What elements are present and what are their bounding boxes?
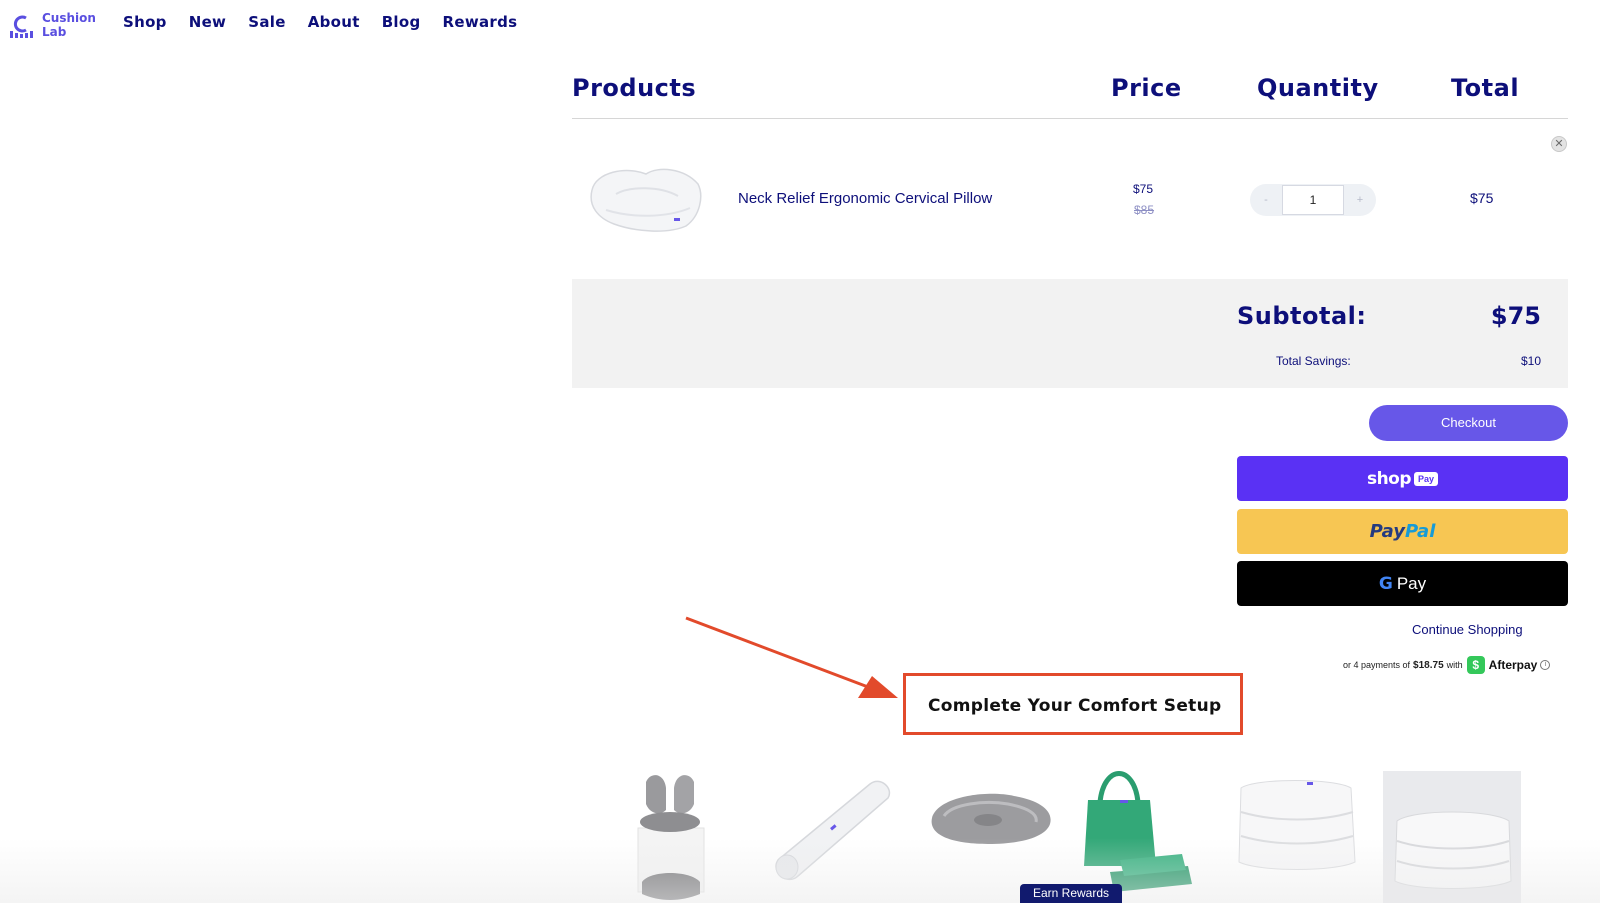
cervical-pillow-image [590, 168, 702, 232]
seat-cushion-image [931, 793, 1051, 844]
nav-blog[interactable]: Blog [382, 13, 421, 31]
recommended-product[interactable] [770, 770, 900, 890]
savings-value: $10 [1520, 354, 1541, 368]
recommended-product[interactable] [1235, 770, 1359, 880]
product-compare-price: $85 [1134, 203, 1155, 217]
paypal-pal-word: Pal [1405, 521, 1436, 542]
main-nav: Shop New Sale About Blog Rewards [123, 13, 539, 31]
afterpay-message: or 4 payments of $18.75 with $ Afterpay … [1343, 656, 1551, 674]
recommendations-title: Complete Your Comfort Setup [928, 696, 1222, 716]
nav-rewards[interactable]: Rewards [443, 13, 518, 31]
products-header: Products [572, 74, 697, 102]
continue-shopping-link[interactable]: Continue Shopping [1412, 622, 1523, 637]
checkout-button[interactable]: Checkout [1369, 405, 1568, 441]
quantity-increase-button[interactable]: + [1350, 190, 1370, 210]
quantity-input[interactable] [1282, 185, 1344, 215]
remove-item-button[interactable]: ✕ [1551, 136, 1567, 152]
price-header: Price [1111, 74, 1182, 102]
white-comforter-folded-image [1383, 771, 1521, 903]
quantity-decrease-button[interactable]: - [1256, 190, 1276, 210]
shop-pay-word: shop [1366, 468, 1412, 489]
body-pillow-image [775, 780, 891, 881]
white-comforter-image [1238, 780, 1356, 870]
brand-name: Cushion Lab [42, 11, 96, 39]
recommended-product[interactable] [928, 770, 1058, 870]
google-g-icon: G [1378, 573, 1393, 594]
brand-name-line2: Lab [42, 25, 67, 39]
recommended-product[interactable] [1070, 760, 1192, 900]
shop-pay-button[interactable]: shop Pay [1237, 456, 1568, 501]
subtotal-value: $75 [1490, 302, 1541, 330]
product-price: $75 [1133, 182, 1154, 196]
brand-logo[interactable]: Cushion Lab [10, 10, 96, 40]
paypal-button[interactable]: Pay Pal [1237, 509, 1568, 554]
close-icon: ✕ [1554, 138, 1564, 150]
recommended-product[interactable] [1383, 771, 1521, 903]
product-image[interactable] [586, 160, 708, 236]
subtotal-panel [572, 279, 1568, 388]
google-pay-button[interactable]: G Pay [1237, 561, 1568, 606]
subtotal-label: Subtotal: [1237, 302, 1367, 330]
nav-new[interactable]: New [189, 13, 227, 31]
nav-about[interactable]: About [308, 13, 360, 31]
product-name-link[interactable]: Neck Relief Ergonomic Cervical Pillow [738, 190, 992, 207]
seat-cushion-set-image [637, 775, 705, 900]
nav-sale[interactable]: Sale [248, 13, 285, 31]
afterpay-prefix: or 4 payments of [1343, 660, 1411, 670]
info-icon[interactable]: i [1540, 660, 1551, 670]
quantity-stepper: - + [1250, 184, 1376, 216]
afterpay-icon: $ [1466, 656, 1485, 674]
afterpay-brand: Afterpay [1488, 658, 1538, 672]
afterpay-amount: $18.75 [1413, 659, 1444, 671]
recommended-product[interactable] [620, 770, 720, 903]
nav-shop[interactable]: Shop [123, 13, 167, 31]
afterpay-suffix: with [1446, 660, 1463, 670]
total-header: Total [1451, 74, 1520, 102]
brand-name-line1: Cushion [42, 11, 96, 25]
annotation-arrow-icon [685, 616, 898, 698]
earn-rewards-button[interactable]: Earn Rewards [1020, 884, 1122, 903]
logo-mark-icon [10, 15, 33, 38]
shop-pay-badge: Pay [1414, 471, 1439, 486]
green-tote-bundle-image [1084, 771, 1192, 892]
paypal-pay-word: Pay [1369, 521, 1405, 542]
quantity-header: Quantity [1257, 74, 1379, 102]
header-divider [572, 118, 1568, 119]
savings-label: Total Savings: [1276, 354, 1351, 368]
google-pay-word: Pay [1396, 573, 1427, 593]
line-total: $75 [1470, 190, 1494, 206]
